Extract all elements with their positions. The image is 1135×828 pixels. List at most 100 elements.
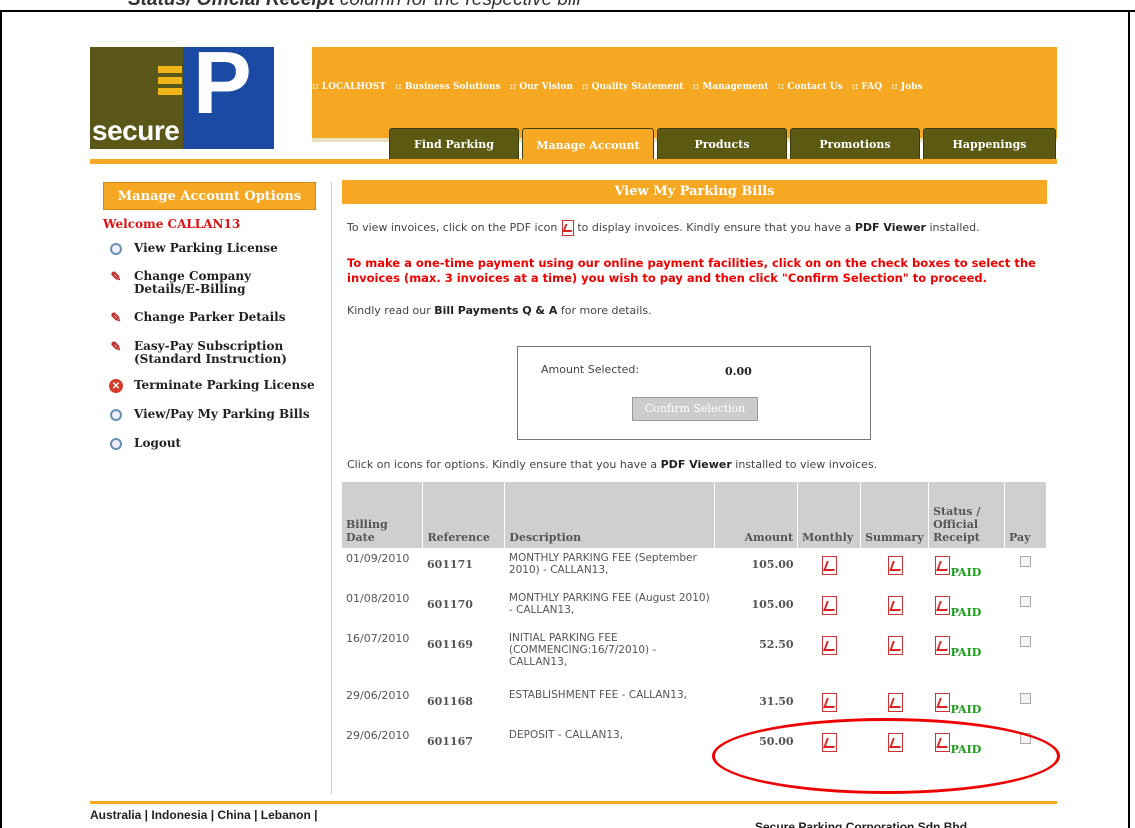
sidebar: Manage Account Options Welcome CALLAN13 … <box>103 182 316 451</box>
status-badge: PAID <box>950 566 982 579</box>
tab-products[interactable]: Products <box>657 128 787 160</box>
pdf-instructions-text: to display invoices. Kindly ensure that … <box>577 221 852 234</box>
bill-payments-qa-link[interactable]: Bill Payments Q & A <box>434 304 557 317</box>
top-link-jobs[interactable]: :: Jobs <box>891 82 922 92</box>
amount-selected-label: Amount Selected: <box>541 363 640 376</box>
pay-checkbox[interactable] <box>1019 693 1031 704</box>
sidebar-item-label: Change Company Details/E-Billing <box>134 269 252 296</box>
payment-instructions-line: To make a one-time payment using our onl… <box>347 256 1036 270</box>
cell-summary <box>861 588 929 628</box>
magnifier-icon <box>109 242 123 256</box>
top-link-management[interactable]: :: Management <box>693 82 769 92</box>
page-title: View My Parking Bills <box>342 180 1047 204</box>
col-pay: Pay <box>1004 482 1048 548</box>
pay-checkbox[interactable] <box>1019 636 1031 647</box>
cell-billing-date: 16/07/2010 <box>346 632 410 645</box>
top-link-localhost[interactable]: :: LOCALHOST <box>312 82 386 92</box>
cell-monthly <box>798 548 861 588</box>
sidebar-item-easy-pay-subscription[interactable]: ✎ Easy-Pay Subscription (Standard Instru… <box>103 340 303 366</box>
cell-amount: 31.50 <box>759 695 794 708</box>
monthly-pdf-icon[interactable] <box>820 636 838 656</box>
sidebar-item-change-company-details[interactable]: ✎ Change Company Details/E-Billing <box>103 270 293 296</box>
tab-promotions[interactable]: Promotions <box>790 128 920 160</box>
tab-manage-account[interactable]: Manage Account <box>522 128 654 162</box>
main-content: View My Parking Bills To view invoices, … <box>342 180 1048 756</box>
welcome-text: Welcome CALLAN13 <box>103 217 241 231</box>
confirm-selection-button[interactable]: Confirm Selection <box>632 397 758 421</box>
footer-company: Secure Parking Corporation Sdn Bhd <box>755 820 968 828</box>
monthly-pdf-icon[interactable] <box>820 556 838 576</box>
cell-pay <box>1004 685 1046 725</box>
magnifier-icon <box>109 437 123 451</box>
qa-note: Kindly read our Bill Payments Q & A for … <box>347 304 1047 317</box>
instruction-caption: Status/ Official Receipt column for the … <box>0 0 1135 12</box>
cell-description: INITIAL PARKING FEE (COMMENCING:16/7/201… <box>508 632 657 668</box>
top-link-contact-us[interactable]: :: Contact Us <box>777 82 842 92</box>
footer-divider <box>90 801 1057 804</box>
logo-word: secure <box>92 115 180 146</box>
tab-happenings[interactable]: Happenings <box>923 128 1056 160</box>
logo-bars <box>158 66 182 99</box>
secure-parking-logo[interactable]: secure P <box>90 39 302 149</box>
receipt-pdf-icon[interactable] <box>933 556 951 576</box>
receipt-pdf-icon[interactable] <box>933 693 951 713</box>
sidebar-title: Manage Account Options <box>103 182 316 210</box>
sidebar-item-label: Easy-Pay Subscription (Standard Instruct… <box>134 339 287 366</box>
edit-icon: ✎ <box>110 310 122 326</box>
col-description: Description <box>504 482 716 548</box>
annotation-red-ellipse <box>712 718 1060 794</box>
top-link-business-solutions[interactable]: :: Business Solutions <box>395 82 501 92</box>
qa-note-text: for more details. <box>560 304 652 317</box>
summary-pdf-icon[interactable] <box>886 636 904 656</box>
monthly-pdf-icon[interactable] <box>820 693 838 713</box>
cell-reference: 601168 <box>426 695 473 708</box>
cell-reference: 601171 <box>426 558 473 571</box>
amount-selected-box: Amount Selected: 0.00 Confirm Selection <box>517 346 871 440</box>
cell-pay <box>1004 628 1046 685</box>
sidebar-item-label: Change Parker Details <box>134 310 286 324</box>
edit-icon: ✎ <box>110 269 122 285</box>
col-monthly: Monthly <box>797 482 862 548</box>
sidebar-item-terminate-parking-license[interactable]: ✕ Terminate Parking License <box>103 379 316 393</box>
top-link-quality-statement[interactable]: :: Quality Statement <box>582 82 684 92</box>
pay-checkbox[interactable] <box>1019 556 1031 567</box>
monthly-pdf-icon[interactable] <box>820 596 838 616</box>
col-reference: Reference <box>422 482 506 548</box>
tab-find-parking[interactable]: Find Parking <box>389 128 519 160</box>
status-badge: PAID <box>950 703 982 716</box>
icons-note-text: installed to view invoices. <box>735 458 878 471</box>
icons-note-text: Click on icons for options. Kindly ensur… <box>347 458 658 471</box>
pay-checkbox[interactable] <box>1019 596 1031 607</box>
frame-left-border <box>0 12 2 828</box>
cell-description: MONTHLY PARKING FEE (August 2010) - CALL… <box>508 592 710 616</box>
logo-olive-block: secure <box>90 47 183 149</box>
payment-instructions-line: invoices (max. 3 invoices at a time) you… <box>347 271 988 285</box>
summary-pdf-icon[interactable] <box>886 596 904 616</box>
amount-selected-value: 0.00 <box>725 365 752 378</box>
receipt-pdf-icon[interactable] <box>933 636 951 656</box>
sidebar-item-label: Logout <box>134 436 182 450</box>
sidebar-item-view-pay-parking-bills[interactable]: View/Pay My Parking Bills <box>103 408 316 422</box>
cell-summary <box>861 548 929 588</box>
status-badge: PAID <box>950 606 982 619</box>
cell-billing-date: 01/09/2010 <box>346 552 410 565</box>
tab-underline <box>90 159 1057 164</box>
col-billing-date: Billing Date <box>342 482 424 548</box>
cell-reference: 601169 <box>426 638 473 651</box>
sidebar-item-change-parker-details[interactable]: ✎ Change Parker Details <box>103 311 316 325</box>
top-link-faq[interactable]: :: FAQ <box>852 82 882 92</box>
receipt-pdf-icon[interactable] <box>933 596 951 616</box>
table-row: 01/09/2010 601171 MONTHLY PARKING FEE (Sep… <box>342 548 1047 588</box>
sidebar-item-view-parking-license[interactable]: View Parking License <box>103 242 316 256</box>
footer-countries[interactable]: Australia | Indonesia | China | Lebanon … <box>90 808 317 822</box>
top-link-our-vision[interactable]: :: Our Vision <box>510 82 573 92</box>
cell-description: DEPOSIT - CALLAN13, <box>508 729 624 741</box>
summary-pdf-icon[interactable] <box>886 693 904 713</box>
pdf-instructions: To view invoices, click on the PDF icon … <box>347 220 1047 236</box>
cell-summary <box>861 628 929 685</box>
sidebar-item-logout[interactable]: Logout <box>103 437 316 451</box>
summary-pdf-icon[interactable] <box>886 556 904 576</box>
cell-amount: 52.50 <box>759 638 794 651</box>
logo-blue-block: P <box>183 39 274 149</box>
caption-bold: Status/ Official Receipt <box>128 0 335 10</box>
